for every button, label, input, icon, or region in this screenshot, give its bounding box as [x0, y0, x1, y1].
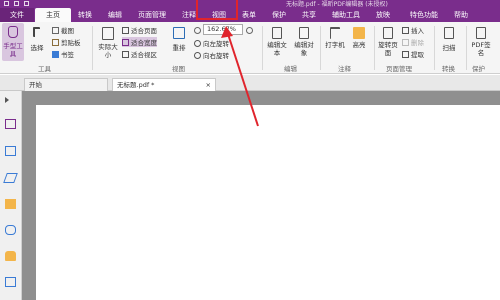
annotation-arrow [221, 26, 259, 127]
